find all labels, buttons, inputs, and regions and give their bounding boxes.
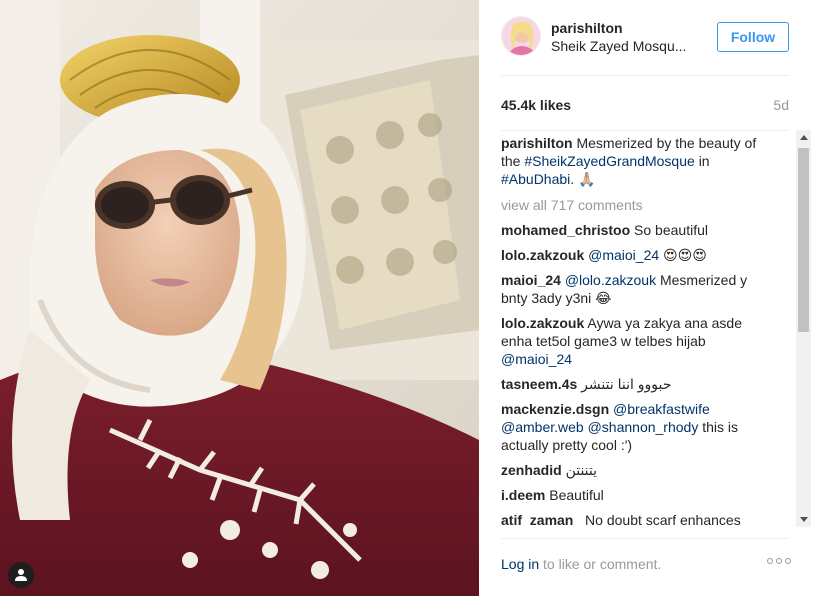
likes-count[interactable]: 45.4k likes: [501, 97, 571, 113]
caption-username[interactable]: parishilton: [501, 135, 573, 151]
divider: [501, 538, 789, 539]
caption: parishilton Mesmerized by the beauty of …: [501, 134, 773, 188]
comment-item: tasneem.4s حبووو اننا نتنشر: [501, 375, 773, 393]
view-all-comments-link[interactable]: view all 717 comments: [501, 196, 773, 214]
scroll-down-arrow-icon[interactable]: [796, 513, 811, 527]
comment-text: حبووو اننا نتنشر: [581, 376, 672, 392]
comment-item: mackenzie.dsgn @breakfastwife @amber.web…: [501, 400, 773, 454]
comment-item: lolo.zakzouk @maioi_24 😍😍😍: [501, 246, 773, 264]
comment-footer: Log in to like or comment.: [501, 556, 661, 572]
divider: [501, 75, 789, 76]
comment-text: No doubt scarf enhances: [585, 512, 741, 526]
more-options-icon[interactable]: [767, 558, 791, 564]
hashtag-link[interactable]: #AbuDhabi: [501, 171, 570, 187]
comment-text: So beautiful: [634, 222, 708, 238]
comments-list: parishilton Mesmerized by the beauty of …: [501, 134, 773, 526]
scrollbar-thumb[interactable]: [798, 148, 809, 332]
post-photo[interactable]: [0, 0, 479, 596]
divider: [501, 130, 789, 131]
comment-username[interactable]: atif_zaman_: [501, 512, 581, 526]
comment-text: يتننتن: [565, 462, 598, 478]
comment-item: atif_zaman_ No doubt scarf enhances: [501, 511, 773, 526]
comment-text: Beautiful: [549, 487, 604, 503]
dot: [785, 558, 791, 564]
mention-link[interactable]: @breakfastwife: [613, 401, 710, 417]
post-location[interactable]: Sheik Zayed Mosqu...: [551, 38, 686, 54]
caption-text: . 🙏🏼: [570, 171, 596, 187]
mention-link[interactable]: @maioi_24: [501, 351, 572, 367]
comment-username[interactable]: mackenzie.dsgn: [501, 401, 609, 417]
comment-username[interactable]: lolo.zakzouk: [501, 247, 584, 263]
photo-illustration: [0, 0, 479, 596]
person-icon: [14, 568, 28, 582]
comment-item: i.deem Beautiful: [501, 486, 773, 504]
dot: [776, 558, 782, 564]
comment-username[interactable]: tasneem.4s: [501, 376, 577, 392]
comment-item: zenhadid يتننتن: [501, 461, 773, 479]
dot: [767, 558, 773, 564]
caption-text: in: [698, 153, 710, 169]
mention-link[interactable]: @shannon_rhody: [588, 419, 699, 435]
avatar[interactable]: [501, 16, 541, 56]
follow-button[interactable]: Follow: [717, 22, 789, 52]
scroll-up-arrow-icon[interactable]: [796, 130, 811, 144]
user-tag-badge[interactable]: [8, 562, 34, 588]
login-prompt-text: to like or comment.: [543, 556, 662, 572]
comment-username[interactable]: mohamed_christoo: [501, 222, 630, 238]
hashtag-link[interactable]: #SheikZayedGrandMosque: [524, 153, 694, 169]
comment-username[interactable]: lolo.zakzouk: [501, 315, 584, 331]
comment-item: lolo.zakzouk Aywa ya zakya ana asde enha…: [501, 314, 773, 368]
post-side-panel: parishilton Sheik Zayed Mosqu... Follow …: [479, 0, 813, 596]
post-header: parishilton Sheik Zayed Mosqu... Follow: [501, 16, 791, 60]
post-age[interactable]: 5d: [773, 97, 789, 113]
comment-item: maioi_24 @lolo.zakzouk Mesmerized y bnty…: [501, 271, 773, 307]
login-link[interactable]: Log in: [501, 556, 539, 572]
comment-text: 😍😍😍: [663, 247, 707, 263]
comments-scrollbar[interactable]: [796, 130, 811, 527]
mention-link[interactable]: @maioi_24: [588, 247, 659, 263]
comment-username[interactable]: maioi_24: [501, 272, 561, 288]
comment-username[interactable]: i.deem: [501, 487, 545, 503]
comment-item: mohamed_christoo So beautiful: [501, 221, 773, 239]
comment-username[interactable]: zenhadid: [501, 462, 562, 478]
mention-link[interactable]: @amber.web: [501, 419, 584, 435]
post-username[interactable]: parishilton: [551, 20, 623, 36]
mention-link[interactable]: @lolo.zakzouk: [565, 272, 656, 288]
